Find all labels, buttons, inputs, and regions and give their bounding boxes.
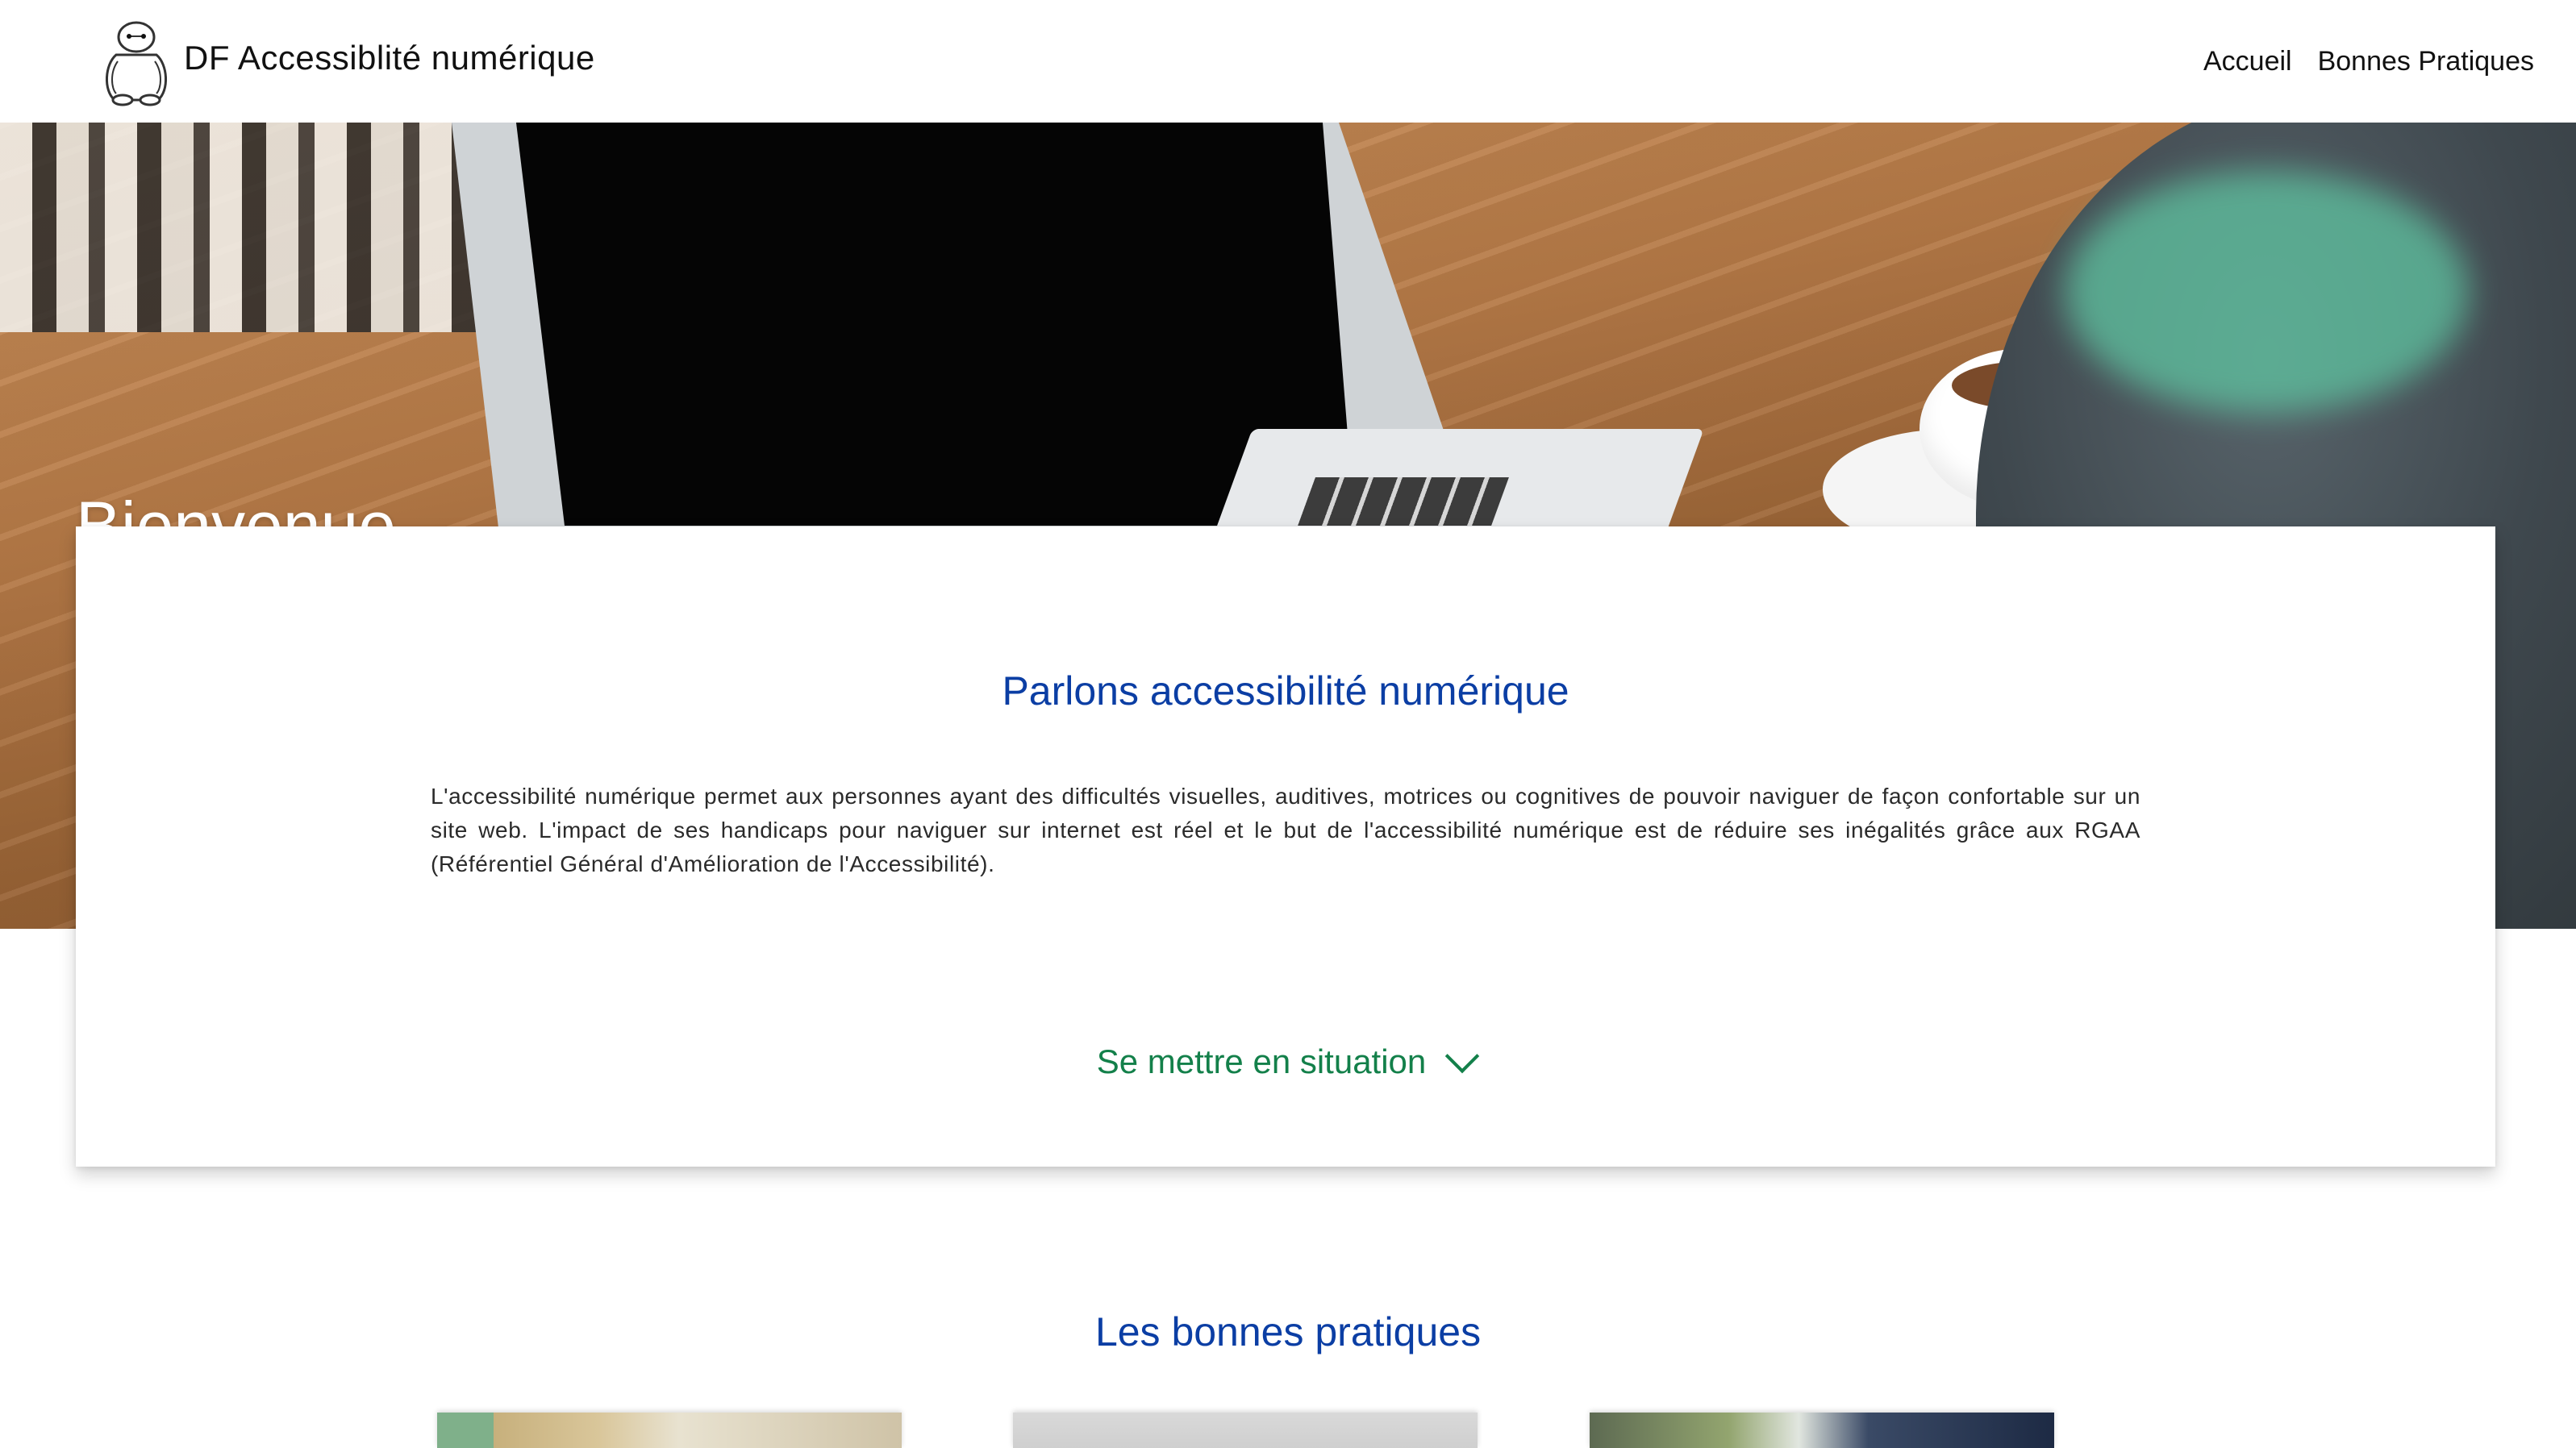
- intro-title: Parlons accessibilité numérique: [1002, 668, 1569, 714]
- nav-link-accueil[interactable]: Accueil: [2203, 42, 2292, 81]
- practice-card-2-image[interactable]: [1013, 1413, 1478, 1448]
- intro-card: Parlons accessibilité numérique L'access…: [76, 526, 2495, 1167]
- person-collar-image: [2065, 171, 2468, 413]
- chevron-down-icon: [1445, 1038, 1480, 1074]
- site-title[interactable]: DF Accessiblité numérique: [184, 35, 595, 81]
- intro-paragraph: L'accessibilité numérique permet aux per…: [431, 784, 2140, 876]
- practices-title: Les bonnes pratiques: [1094, 1309, 1482, 1354]
- laptop-screen-image: [516, 123, 1355, 526]
- site-header: DF Accessiblité numérique Accueil Bonnes…: [0, 0, 2576, 123]
- laptop-keys-image: [1298, 477, 1509, 526]
- hero-background-window: [0, 123, 500, 332]
- robot-mascot-icon[interactable]: [98, 16, 174, 106]
- main-nav: Accueil Bonnes Pratiques: [2203, 42, 2534, 81]
- situation-toggle[interactable]: Se mettre en situation: [76, 1038, 2495, 1084]
- nav-link-bonnes-pratiques[interactable]: Bonnes Pratiques: [2318, 42, 2534, 81]
- situation-label: Se mettre en situation: [1096, 1042, 1427, 1080]
- practice-card-1-image[interactable]: [437, 1413, 902, 1448]
- practice-card-3-image[interactable]: [1590, 1413, 2054, 1448]
